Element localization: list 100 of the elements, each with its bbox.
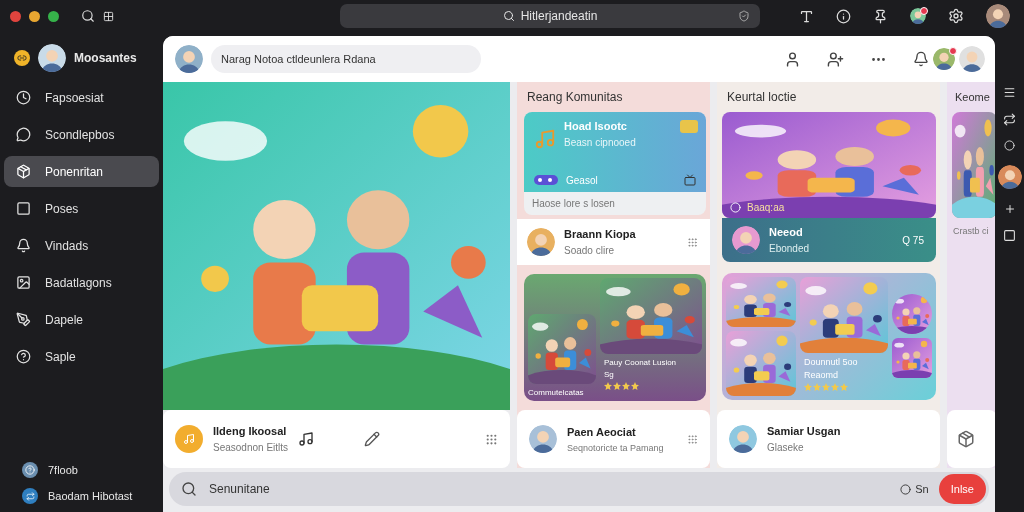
member-card[interactable]: Paen Aeociat Seqnotoricte ta Pamang <box>517 410 710 468</box>
bell-icon[interactable] <box>913 51 929 67</box>
disc-icon <box>730 202 741 213</box>
square-icon[interactable] <box>1003 229 1016 242</box>
maximize-button[interactable] <box>48 10 59 22</box>
member-name: Braann Kiopa <box>564 228 636 240</box>
user-icon[interactable] <box>784 50 801 68</box>
sidebar-item[interactable]: Saple <box>4 341 159 372</box>
member-name: Paen Aeociat <box>567 425 637 438</box>
member-subtitle: Ebonded <box>769 243 810 254</box>
sidebar-item[interactable]: Vindads <box>4 230 159 261</box>
item-icon <box>16 312 31 327</box>
add-user-icon[interactable] <box>827 50 844 68</box>
avatar <box>986 4 1010 28</box>
help-icon <box>22 462 38 478</box>
feature-card[interactable]: Hoad Isootc Beasn cipnooed Geasol Haose lore s losen <box>524 112 706 215</box>
member-row[interactable]: Neeod Ebonded Q 75 <box>722 218 936 262</box>
member-name: Samiar Usgan <box>767 425 841 437</box>
music-icon <box>534 128 556 150</box>
music-icon[interactable] <box>298 431 315 447</box>
track-card[interactable]: Ildeng Ikoosal Seasodnon Eitlts <box>163 410 510 468</box>
footer-link[interactable]: 7floob <box>48 464 78 476</box>
item-icon <box>16 349 31 364</box>
music-avatar-icon <box>175 425 203 453</box>
avatar <box>175 45 203 73</box>
member-subtitle: Seqnotoricte ta Pamang <box>567 442 664 453</box>
sidebar-item[interactable]: Dapele <box>4 304 159 335</box>
item-icon <box>16 238 31 253</box>
showcase-title: Dounnutl 5oo <box>804 356 859 367</box>
search-icon <box>502 10 515 22</box>
member-row[interactable]: Braann Kiopa Soado clire <box>517 219 710 265</box>
avatar <box>527 228 555 256</box>
member-name: Neeod <box>769 226 804 238</box>
avatar <box>529 425 557 453</box>
member-count: Q 75 <box>902 234 924 246</box>
avatar <box>959 46 985 72</box>
text-icon[interactable] <box>799 8 814 24</box>
grip-icon[interactable] <box>687 433 698 445</box>
search-icon[interactable] <box>81 9 95 23</box>
footer-link[interactable]: Baodam Hibotast <box>48 490 133 502</box>
pen-icon[interactable] <box>364 431 381 447</box>
settings-icon[interactable] <box>948 8 964 24</box>
shield-icon[interactable] <box>738 10 750 22</box>
item-icon <box>16 90 31 105</box>
badge-dot <box>949 47 957 55</box>
pin-icon[interactable] <box>873 8 888 24</box>
showcase-card[interactable]: Commutelcatas Pauy Coonat Lusion Sg <box>524 274 706 401</box>
profile-name: Moosantes <box>74 51 137 65</box>
grip-icon[interactable] <box>687 236 698 248</box>
tv-icon <box>684 174 696 186</box>
sidebar-item[interactable]: Badatlagons <box>4 267 159 298</box>
member-card[interactable]: Samiar Usgan Glaseke <box>717 410 940 468</box>
track-title: Ildeng Ikoosal <box>213 425 288 437</box>
avatar <box>729 425 757 453</box>
item-icon <box>16 164 31 179</box>
section-title: Keome <box>954 90 991 105</box>
showcase-title: Pauy Coonat Lusion <box>604 358 678 367</box>
picture-caption: Crastb ci <box>952 225 990 236</box>
item-icon <box>16 275 31 290</box>
showcase-meta: Reaomd <box>804 369 840 380</box>
circle-icon <box>900 483 912 495</box>
search-icon <box>181 481 197 497</box>
loop-icon[interactable] <box>1003 113 1016 126</box>
plus-icon[interactable] <box>1003 203 1016 215</box>
grid-icon[interactable] <box>103 10 114 22</box>
avatar <box>732 226 760 254</box>
option-toggle[interactable]: Sn <box>900 483 929 495</box>
minimize-button[interactable] <box>29 10 40 22</box>
more-card[interactable] <box>947 410 995 468</box>
feature-footer: Haose lore s losen <box>532 198 615 209</box>
member-subtitle: Soado clire <box>564 245 616 256</box>
avatar <box>38 44 66 72</box>
sidebar-item[interactable]: Fapsoesiat <box>4 82 159 113</box>
item-icon <box>16 201 31 216</box>
sync-icon <box>22 488 38 504</box>
track-subtitle: Seasodnon Eitlts <box>213 442 289 453</box>
section-title: Reang Komunitas <box>526 89 624 106</box>
circle-icon[interactable] <box>1004 140 1015 151</box>
address-field[interactable]: Hitlerjandeatin <box>340 4 760 28</box>
address-text: Hitlerjandeatin <box>520 9 598 23</box>
send-button[interactable]: Inlse <box>938 474 986 504</box>
member-subtitle: Glaseke <box>767 442 805 453</box>
avatar <box>933 48 955 70</box>
sidebar-item[interactable]: Ponenritan <box>4 156 159 187</box>
info-icon[interactable] <box>836 8 851 24</box>
menu-icon[interactable] <box>1003 86 1016 99</box>
close-button[interactable] <box>10 10 21 22</box>
showcase-meta: Sg <box>604 370 615 379</box>
message-field[interactable]: Senunitane Sn Inlse <box>169 472 989 506</box>
feature-tag: Geasol <box>566 174 598 186</box>
tag-icon <box>680 120 698 133</box>
section-title: Keurtal loctie <box>726 89 798 106</box>
grip-icon[interactable] <box>485 432 498 446</box>
sidebar-item[interactable]: Poses <box>4 193 159 224</box>
avatar <box>997 165 1022 189</box>
showcase-caption: Commutelcatas <box>528 388 585 397</box>
logo-icon <box>14 50 30 66</box>
sidebar-item[interactable]: Scondlepbos <box>4 119 159 150</box>
status-field[interactable]: Narag Notoa ctldeunlera Rdana <box>211 45 481 73</box>
feature-title: Hoad Isootc <box>564 120 628 132</box>
